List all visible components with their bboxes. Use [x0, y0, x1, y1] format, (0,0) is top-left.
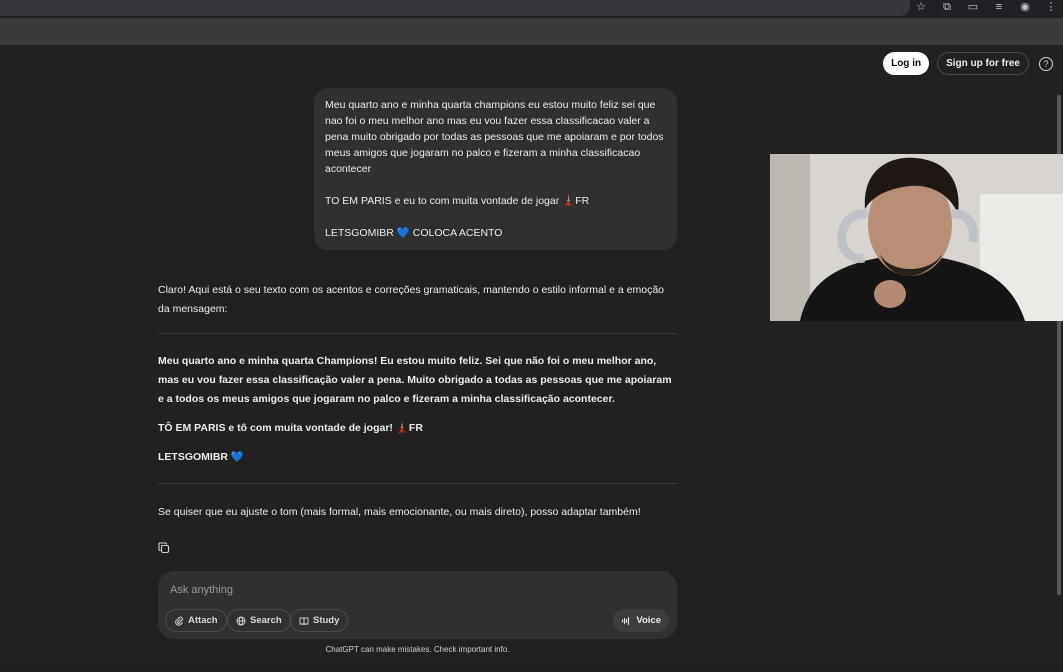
chat-app: Log in Sign up for free ? Meu quarto ano…	[0, 45, 1063, 662]
study-button[interactable]: Study	[290, 609, 349, 632]
voice-wave-icon	[622, 616, 630, 625]
bookmark-bar	[0, 18, 1063, 45]
profile-icon[interactable]: ◉	[1019, 1, 1031, 13]
composer: Attach Search Study Voice	[158, 571, 677, 639]
study-label: Study	[313, 615, 340, 626]
cast-icon[interactable]: ▭	[967, 1, 979, 13]
browser-toolbar-icons: ☆ ⧉ ▭ ≡ ◉ ⋮	[915, 0, 1057, 14]
attach-label: Attach	[188, 615, 218, 626]
bookmark-star-icon[interactable]: ☆	[915, 1, 927, 13]
voice-button[interactable]: Voice	[613, 609, 669, 632]
copy-icon[interactable]	[158, 541, 170, 554]
book-icon	[299, 617, 309, 625]
corrected-paragraph: TÔ EM PARIS e tô com muita vontade de jo…	[158, 422, 423, 434]
corrected-paragraph: LETSGOMIBR 💙	[158, 451, 244, 463]
taskbar	[0, 662, 1063, 672]
globe-icon	[236, 616, 246, 625]
address-bar[interactable]	[0, 0, 910, 16]
browser-titlebar: ☆ ⧉ ▭ ≡ ◉ ⋮	[0, 0, 1063, 18]
header-actions: Log in Sign up for free ?	[883, 52, 1053, 75]
prompt-input[interactable]	[170, 582, 660, 598]
corrected-paragraph: Meu quarto ano e minha quarta Champions!…	[158, 355, 672, 405]
assistant-outro: Se quiser que eu ajuste o tom (mais form…	[158, 506, 641, 518]
search-label: Search	[250, 615, 282, 626]
disclaimer-text: ChatGPT can make mistakes. Check importa…	[325, 645, 510, 654]
assistant-message: Claro! Aqui está o seu texto com os acen…	[158, 281, 677, 522]
paperclip-icon	[175, 616, 183, 626]
attach-button[interactable]: Attach	[165, 609, 227, 632]
media-controls-icon[interactable]: ≡	[993, 1, 1005, 13]
webcam-overlay	[770, 154, 1063, 321]
search-button[interactable]: Search	[227, 609, 291, 632]
login-button[interactable]: Log in	[883, 52, 930, 75]
user-message-paragraph: Meu quarto ano e minha quarta champions …	[325, 99, 664, 175]
user-message-paragraph: TO EM PARIS e eu to com muita vontade de…	[325, 195, 590, 207]
user-message-paragraph: LETSGOMIBR 💙 COLOCA ACENTO	[325, 227, 503, 239]
voice-label: Voice	[636, 615, 661, 626]
webcam-person-image	[770, 154, 1063, 321]
assistant-intro: Claro! Aqui está o seu texto com os acen…	[158, 284, 665, 315]
browser-menu-icon[interactable]: ⋮	[1045, 1, 1057, 13]
extensions-icon[interactable]: ⧉	[941, 1, 953, 13]
signup-button[interactable]: Sign up for free	[937, 52, 1029, 75]
help-icon[interactable]: ?	[1039, 56, 1053, 71]
user-message-bubble: Meu quarto ano e minha quarta champions …	[314, 88, 677, 250]
